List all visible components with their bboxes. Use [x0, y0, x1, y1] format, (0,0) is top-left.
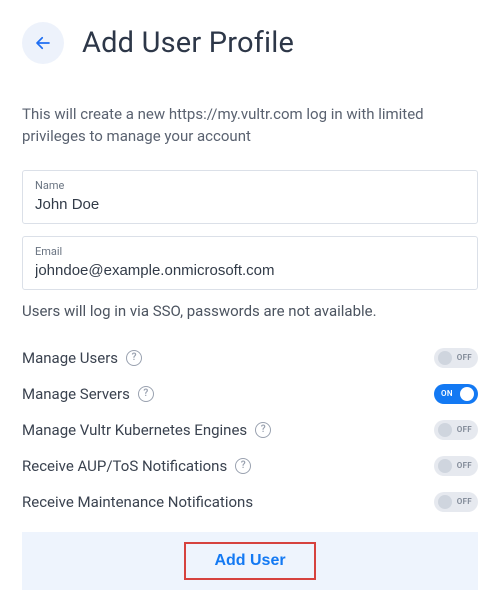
permission-toggle[interactable]: OFF — [434, 420, 478, 440]
permission-label: Manage Servers — [22, 385, 130, 403]
help-icon[interactable]: ? — [138, 386, 154, 402]
help-icon[interactable]: ? — [126, 350, 142, 366]
name-input[interactable] — [35, 196, 465, 213]
toggle-knob — [438, 423, 452, 437]
email-input[interactable] — [35, 262, 465, 279]
permission-toggle[interactable]: OFF — [434, 456, 478, 476]
permission-toggle[interactable]: OFF — [434, 348, 478, 368]
toggle-knob — [438, 495, 452, 509]
permission-row: Manage Servers? ON — [22, 384, 478, 404]
email-label: Email — [35, 245, 465, 258]
toggle-state-label: ON — [441, 389, 453, 398]
permission-label: Receive Maintenance Notifications — [22, 493, 253, 511]
intro-text: This will create a new https://my.vultr.… — [22, 104, 478, 148]
email-field-wrapper: Email — [22, 236, 478, 290]
permission-toggle[interactable]: OFF — [434, 492, 478, 512]
toggle-state-label: OFF — [457, 353, 472, 362]
page-title: Add User Profile — [82, 26, 294, 60]
toggle-state-label: OFF — [457, 425, 472, 434]
toggle-knob — [438, 351, 452, 365]
permission-label: Receive AUP/ToS Notifications — [22, 457, 227, 475]
permission-left: Receive AUP/ToS Notifications? — [22, 457, 251, 475]
help-icon[interactable]: ? — [255, 422, 271, 438]
name-label: Name — [35, 179, 465, 192]
arrow-left-icon — [34, 34, 52, 52]
permission-toggle[interactable]: ON — [434, 384, 478, 404]
permission-left: Receive Maintenance Notifications — [22, 493, 253, 511]
back-button[interactable] — [22, 22, 64, 64]
toggle-state-label: OFF — [457, 461, 472, 470]
toggle-state-label: OFF — [457, 497, 472, 506]
permission-label: Manage Vultr Kubernetes Engines — [22, 421, 247, 439]
permission-left: Manage Vultr Kubernetes Engines? — [22, 421, 271, 439]
name-field-wrapper: Name — [22, 170, 478, 224]
help-icon[interactable]: ? — [235, 458, 251, 474]
permission-left: Manage Users? — [22, 349, 142, 367]
permission-row: Manage Vultr Kubernetes Engines? OFF — [22, 420, 478, 440]
submit-bar: Add User — [22, 532, 478, 590]
permission-row: Manage Users? OFF — [22, 348, 478, 368]
sso-note: Users will log in via SSO, passwords are… — [22, 302, 478, 320]
permission-row: Receive AUP/ToS Notifications? OFF — [22, 456, 478, 476]
permissions-list: Manage Users?OFFManage Servers?ONManage … — [22, 348, 478, 512]
toggle-knob — [460, 387, 474, 401]
page-header: Add User Profile — [22, 22, 478, 64]
toggle-knob — [438, 459, 452, 473]
permission-label: Manage Users — [22, 349, 118, 367]
permission-left: Manage Servers? — [22, 385, 154, 403]
add-user-button[interactable]: Add User — [184, 542, 315, 580]
permission-row: Receive Maintenance Notifications OFF — [22, 492, 478, 512]
